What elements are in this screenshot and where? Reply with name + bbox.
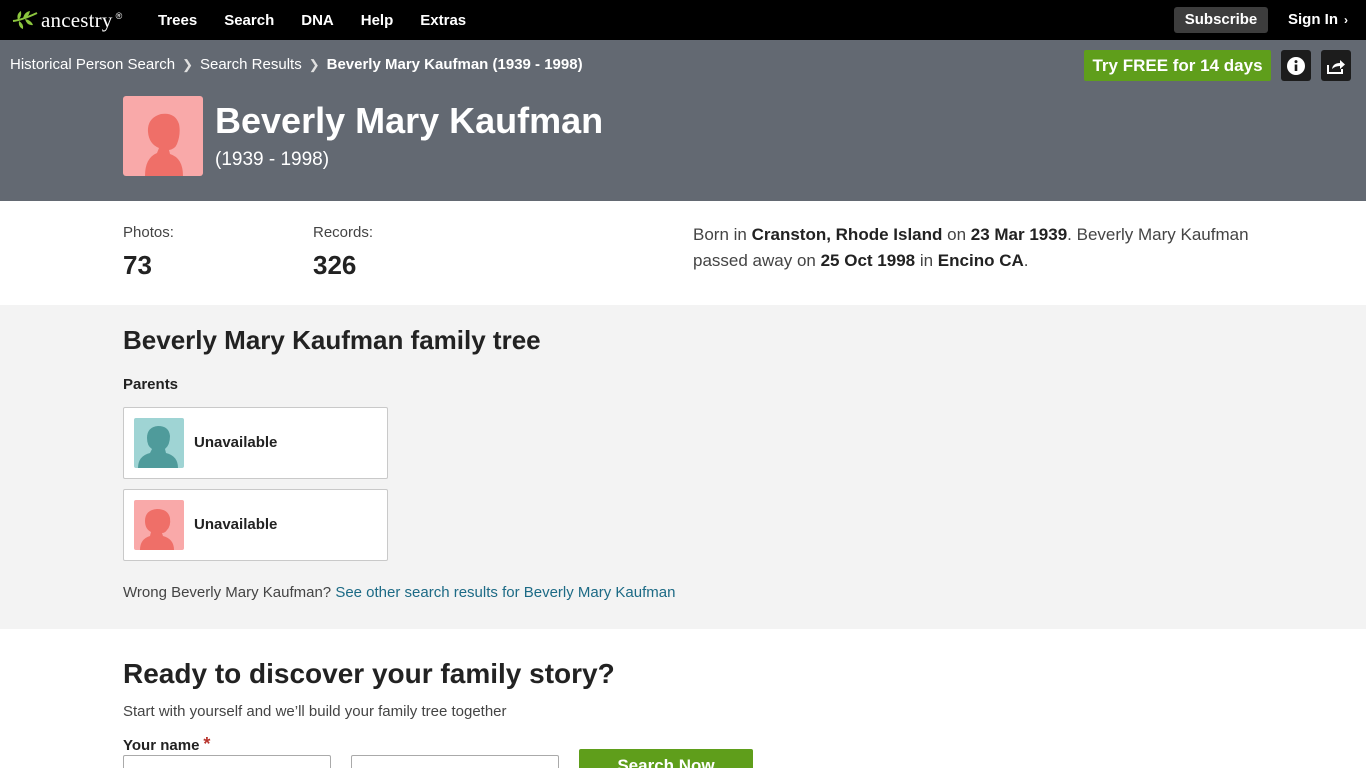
death-date: 25 Oct 1998 — [820, 251, 916, 270]
nav-item-trees[interactable]: Trees — [158, 12, 197, 29]
parent-name: Unavailable — [194, 434, 278, 451]
share-button[interactable] — [1321, 50, 1351, 81]
male-silhouette-icon — [138, 426, 178, 468]
summary-text: Born in — [693, 225, 752, 244]
person-stats: Photos: 73 Records: 326 Born in Cranston… — [0, 201, 1366, 305]
logo-trademark: ® — [115, 11, 123, 21]
parent-avatar — [134, 418, 184, 468]
nav-item-dna[interactable]: DNA — [301, 12, 334, 29]
ancestry-logo[interactable]: ancestry ® — [12, 8, 122, 32]
breadcrumb-search-results[interactable]: Search Results — [200, 56, 302, 73]
other-results-link[interactable]: See other search results for Beverly Mar… — [335, 584, 675, 601]
try-free-button[interactable]: Try FREE for 14 days — [1084, 50, 1271, 81]
share-icon — [1327, 59, 1345, 74]
nav-item-help[interactable]: Help — [361, 12, 394, 29]
sign-in-link[interactable]: Sign In › — [1288, 0, 1348, 40]
wrong-person-line: Wrong Beverly Mary Kaufman? See other se… — [123, 584, 675, 601]
birth-date: 23 Mar 1939 — [970, 225, 1068, 244]
nav-item-search[interactable]: Search — [224, 12, 274, 29]
cta-title: Ready to discover your family story? — [123, 658, 615, 689]
birth-place: Cranston, Rhode Island — [751, 225, 943, 244]
person-avatar — [123, 96, 203, 176]
chevron-right-icon: ❯ — [308, 56, 320, 72]
info-button[interactable] — [1281, 50, 1311, 81]
photos-count: 73 — [123, 250, 152, 280]
person-lifespan: (1939 - 1998) — [215, 149, 330, 170]
parent-avatar — [134, 500, 184, 550]
search-now-button[interactable]: Search Now — [579, 749, 753, 768]
life-summary: Born in Cranston, Rhode Island on 23 Mar… — [693, 222, 1263, 274]
main-nav: Trees Search DNA Help Extras — [158, 0, 493, 40]
records-count: 326 — [313, 250, 357, 280]
last-name-input[interactable] — [351, 755, 559, 768]
chevron-right-icon: ❯ — [182, 56, 193, 72]
breadcrumb-historical-person-search[interactable]: Historical Person Search — [10, 56, 175, 73]
your-name-text: Your name — [123, 737, 200, 754]
records-label: Records: — [313, 224, 374, 241]
cta-subtitle: Start with yourself and we’ll build your… — [123, 703, 507, 720]
breadcrumb: Historical Person Search ❯ Search Result… — [10, 56, 583, 73]
wrong-person-text: Wrong Beverly Mary Kaufman? — [123, 584, 336, 601]
chevron-right-icon: › — [1344, 13, 1348, 27]
summary-text: . — [1023, 251, 1029, 270]
parent-card-mother[interactable]: Unavailable — [123, 489, 388, 561]
sign-in-label: Sign In — [1288, 11, 1338, 28]
required-marker: * — [203, 734, 211, 754]
top-navbar: ancestry ® Trees Search DNA Help Extras … — [0, 0, 1366, 40]
family-tree-section: Beverly Mary Kaufman family tree Parents… — [0, 305, 1366, 629]
photos-label: Photos: — [123, 224, 174, 241]
info-icon — [1287, 56, 1305, 75]
family-tree-title: Beverly Mary Kaufman family tree — [123, 325, 541, 355]
subscribe-button[interactable]: Subscribe — [1174, 7, 1268, 33]
discover-cta-section: Ready to discover your family story? Sta… — [0, 629, 1366, 768]
death-place: Encino CA — [937, 251, 1024, 270]
first-name-input[interactable] — [123, 755, 331, 768]
summary-text: in — [915, 251, 938, 270]
parents-label: Parents — [123, 376, 179, 393]
logo-wordmark: ancestry — [41, 7, 113, 32]
parent-name: Unavailable — [194, 516, 278, 533]
parent-card-father[interactable]: Unavailable — [123, 407, 388, 479]
nav-item-extras[interactable]: Extras — [420, 12, 466, 29]
leaf-logo-icon — [12, 11, 38, 29]
person-header: Historical Person Search ❯ Search Result… — [0, 40, 1366, 201]
person-name: Beverly Mary Kaufman — [215, 100, 604, 141]
female-silhouette-icon — [145, 113, 183, 176]
breadcrumb-current: Beverly Mary Kaufman (1939 - 1998) — [326, 56, 583, 73]
your-name-label: Your name * — [123, 734, 210, 755]
female-silhouette-icon — [140, 509, 174, 550]
summary-text: on — [942, 225, 971, 244]
